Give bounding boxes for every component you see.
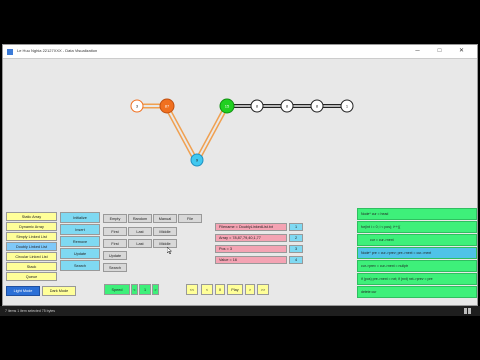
node-label: 87 — [165, 104, 170, 109]
search-button[interactable]: Search — [103, 263, 127, 272]
step-prev-button[interactable]: < — [201, 284, 213, 295]
speed-increase-button[interactable]: > — [152, 284, 159, 295]
ds-static-array[interactable]: Static Array — [6, 212, 57, 221]
param-1-button[interactable]: 1 — [289, 223, 303, 231]
play-button[interactable]: Play — [227, 284, 243, 295]
status-text: 7 items 1 item selected 75 bytes — [5, 309, 55, 313]
step-last-button[interactable]: >> — [257, 284, 269, 295]
param-pos[interactable]: Pos = 3 — [215, 245, 287, 253]
action-insert[interactable]: Insert — [60, 224, 100, 235]
edge-group — [138, 103, 345, 161]
node-4: 8 — [250, 99, 264, 113]
node-label: 15 — [225, 104, 230, 109]
node-2: 9 — [190, 153, 204, 167]
edge-2-3-inner — [197, 108, 226, 160]
param-4-button[interactable]: 4 — [289, 256, 303, 264]
dark-mode-button[interactable]: Dark Mode — [42, 286, 76, 296]
code-line: cur = cur->next — [357, 234, 477, 246]
code-line: cur->prev = cur->next = nullptr — [357, 260, 477, 272]
pause-button[interactable]: II — [215, 284, 225, 295]
ds-queue[interactable]: Queue — [6, 272, 57, 281]
node-7: 1 — [340, 99, 354, 113]
insert-first-button[interactable]: First — [103, 227, 127, 236]
code-line: Node* cur = head — [357, 208, 477, 220]
param-filename[interactable]: Filename = DoublyLinkedList.txt — [215, 223, 287, 231]
param-value[interactable]: Value = 16 — [215, 256, 287, 264]
code-line-highlighted: Node* pre = cur->prev; pre->next = cur->… — [357, 247, 477, 259]
insert-middle-button[interactable]: Middle — [153, 227, 177, 236]
param-3-button[interactable]: 3 — [289, 245, 303, 253]
action-search[interactable]: Search — [60, 260, 100, 271]
init-manual-button[interactable]: Manual — [153, 214, 177, 223]
visualization-area: 3 87 9 15 8 8 8 1 Static Array Dynamic A… — [3, 59, 477, 305]
node-0: 3 — [130, 99, 144, 113]
node-5: 8 — [280, 99, 294, 113]
insert-last-button[interactable]: Last — [128, 227, 152, 236]
code-line: delete cur — [357, 286, 477, 298]
edge-1-2-inner — [167, 108, 196, 160]
action-initialize[interactable]: Initialize — [60, 212, 100, 223]
init-random-button[interactable]: Random — [128, 214, 152, 223]
close-button[interactable]: ✕ — [457, 47, 466, 56]
action-update[interactable]: Update — [60, 248, 100, 259]
node-1: 87 — [159, 98, 175, 114]
app-icon — [7, 49, 13, 55]
remove-first-button[interactable]: First — [103, 239, 127, 248]
update-button[interactable]: Update — [103, 251, 127, 260]
ds-circular-linked-list[interactable]: Circular Linked List — [6, 252, 57, 261]
param-array[interactable]: Array = 78,87,79,40,1,77 — [215, 234, 287, 242]
action-remove[interactable]: Remove — [60, 236, 100, 247]
ds-dynamic-array[interactable]: Dynamic Array — [6, 222, 57, 231]
speed-value: 1 — [139, 284, 151, 295]
speed-decrease-button[interactable]: < — [131, 284, 138, 295]
step-next-button[interactable]: > — [245, 284, 255, 295]
param-2-button[interactable]: 2 — [289, 234, 303, 242]
title-bar: Le Huu Nghia 22127XXX - Data Visualizati… — [3, 45, 477, 59]
remove-middle-button[interactable]: Middle — [153, 239, 177, 248]
maximize-button[interactable]: □ — [435, 47, 444, 56]
node-3: 15 — [219, 98, 235, 114]
init-empty-button[interactable]: Empty — [103, 214, 127, 223]
ds-simply-linked-list[interactable]: Simply Linked List — [6, 232, 57, 241]
minimize-button[interactable]: ─ — [413, 47, 422, 56]
ds-doubly-linked-list[interactable]: Doubly Linked List — [6, 242, 57, 251]
step-first-button[interactable]: << — [186, 284, 198, 295]
status-bar: 7 items 1 item selected 75 bytes — [0, 306, 480, 316]
light-mode-button[interactable]: Light Mode — [6, 286, 40, 296]
remove-last-button[interactable]: Last — [128, 239, 152, 248]
app-window: Le Huu Nghia 22127XXX - Data Visualizati… — [2, 44, 478, 306]
code-line: if (pos) pre->next = nxt; if (nxt) nxt->… — [357, 273, 477, 285]
ds-stack[interactable]: Stack — [6, 262, 57, 271]
window-title: Le Huu Nghia 22127XXX - Data Visualizati… — [17, 48, 98, 53]
mouse-cursor-icon — [167, 247, 172, 254]
code-line: for(int i = 0; i < pos); i++){ — [357, 221, 477, 233]
speed-label: Speed — [104, 284, 130, 295]
view-toggle-icon[interactable] — [464, 308, 471, 314]
node-6: 8 — [310, 99, 324, 113]
init-file-button[interactable]: File — [178, 214, 202, 223]
